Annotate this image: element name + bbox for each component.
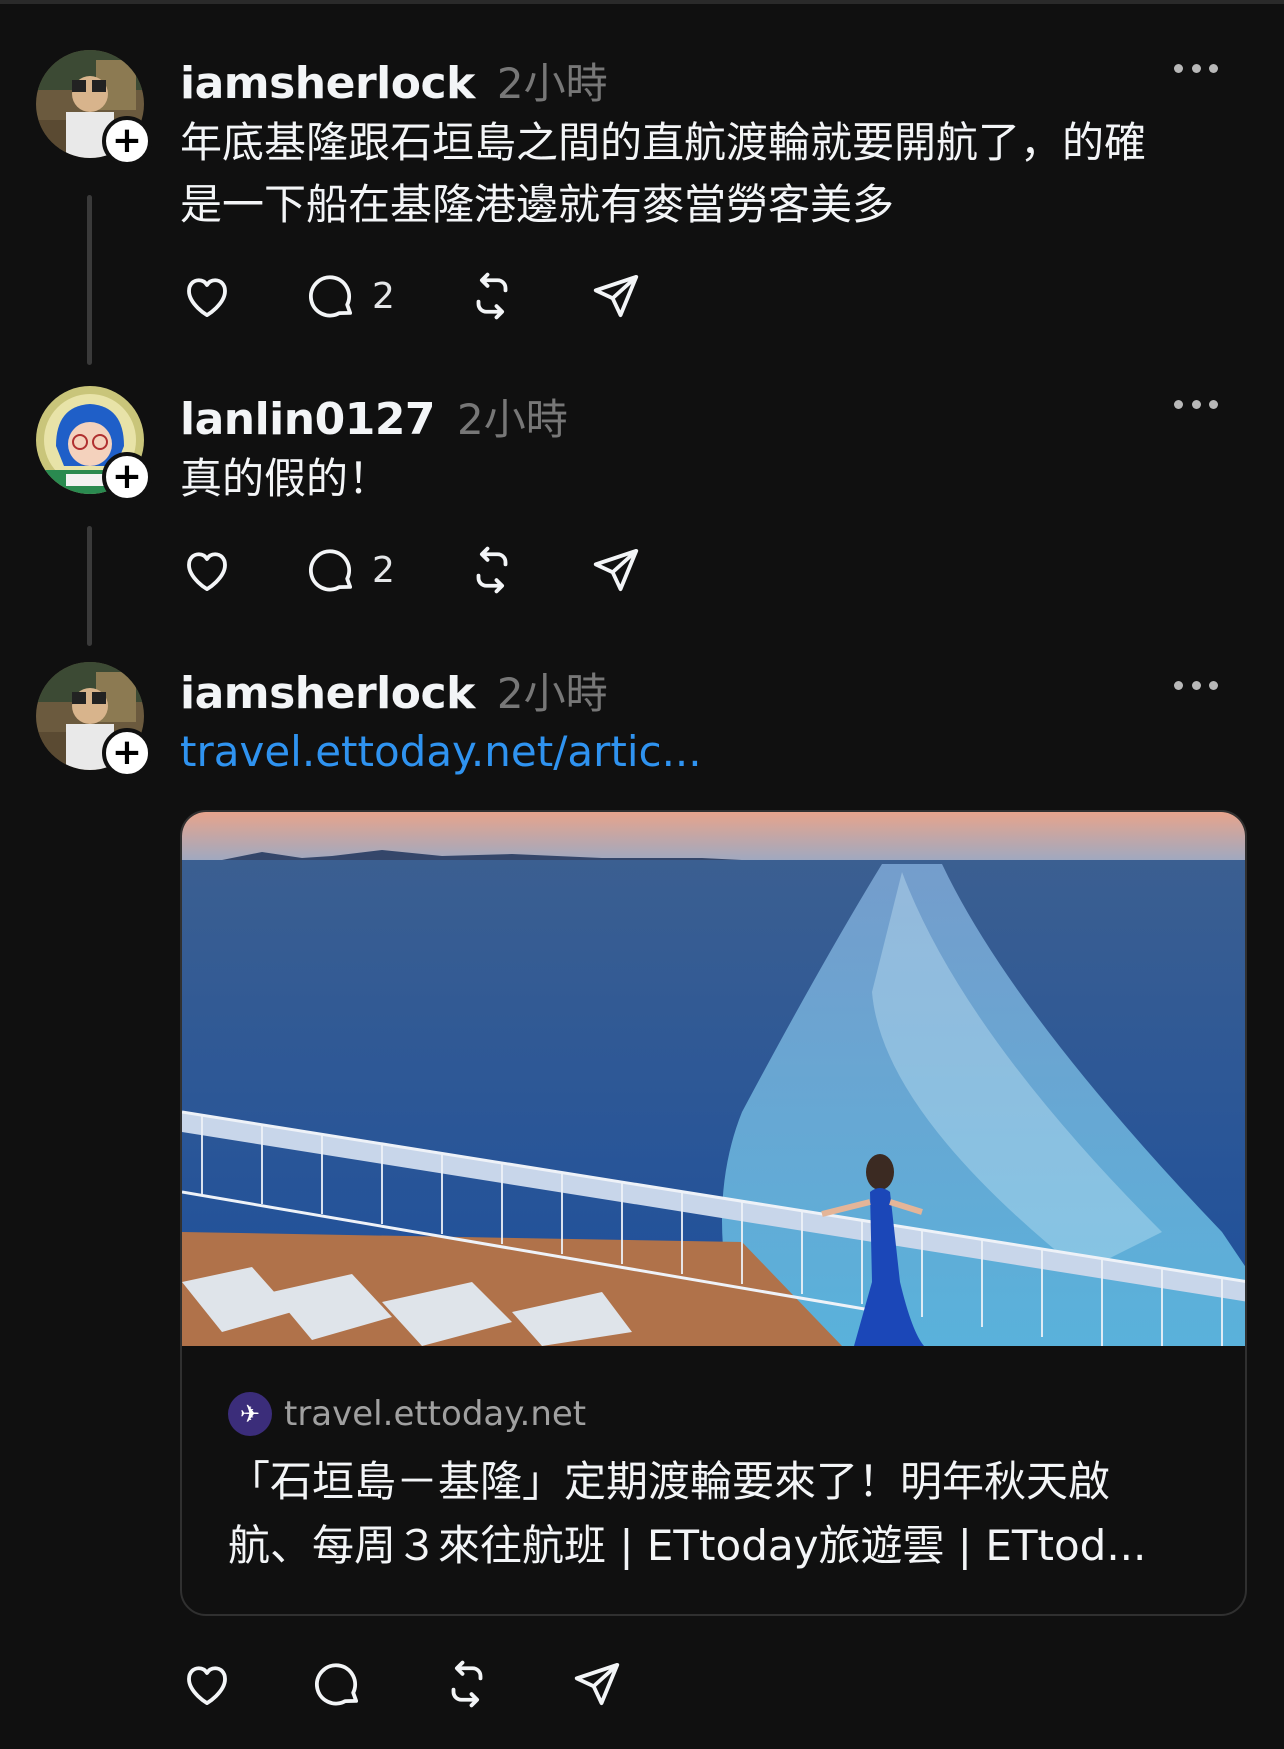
plane-icon: ✈: [228, 1392, 272, 1436]
link-preview-card[interactable]: ✈ travel.ettoday.net 「石垣島－基隆」定期渡輪要來了！明年秋…: [180, 810, 1247, 1616]
username[interactable]: iamsherlock: [180, 668, 475, 719]
card-title[interactable]: 「石垣島－基隆」定期渡輪要來了！明年秋天啟 航、每周３來往航班 | ETtoda…: [228, 1450, 1208, 1578]
post-link[interactable]: travel.ettoday.net/artic...: [180, 727, 702, 776]
repost-icon: [451, 1660, 483, 1708]
share-icon: [574, 1662, 620, 1706]
card-title-line: 「石垣島－基隆」定期渡輪要來了！明年秋天啟: [228, 1457, 1111, 1506]
heart-icon: [187, 1666, 227, 1706]
comment-button[interactable]: [310, 1657, 364, 1711]
action-bar: [180, 1654, 694, 1714]
avatar-wrap[interactable]: +: [36, 662, 152, 778]
preview-image: [182, 812, 1245, 1346]
like-button[interactable]: [180, 1657, 234, 1711]
timestamp: 2小時: [496, 669, 608, 718]
post-header: iamsherlock 2小時: [180, 660, 608, 719]
post-3: + iamsherlock 2小時 travel.ettoday.net/art…: [0, 0, 1284, 1749]
site-row: ✈ travel.ettoday.net: [228, 1392, 1208, 1436]
follow-plus-icon[interactable]: +: [102, 728, 152, 778]
card-title-line: 航、每周３來往航班 | ETtoday旅遊雲 | ETtod...: [228, 1521, 1147, 1570]
more-icon[interactable]: [1174, 675, 1218, 695]
comment-icon: [314, 1663, 359, 1706]
share-button[interactable]: [570, 1657, 624, 1711]
site-domain: travel.ettoday.net: [284, 1394, 587, 1434]
card-meta: ✈ travel.ettoday.net 「石垣島－基隆」定期渡輪要來了！明年秋…: [228, 1392, 1208, 1578]
repost-button[interactable]: [440, 1657, 494, 1711]
